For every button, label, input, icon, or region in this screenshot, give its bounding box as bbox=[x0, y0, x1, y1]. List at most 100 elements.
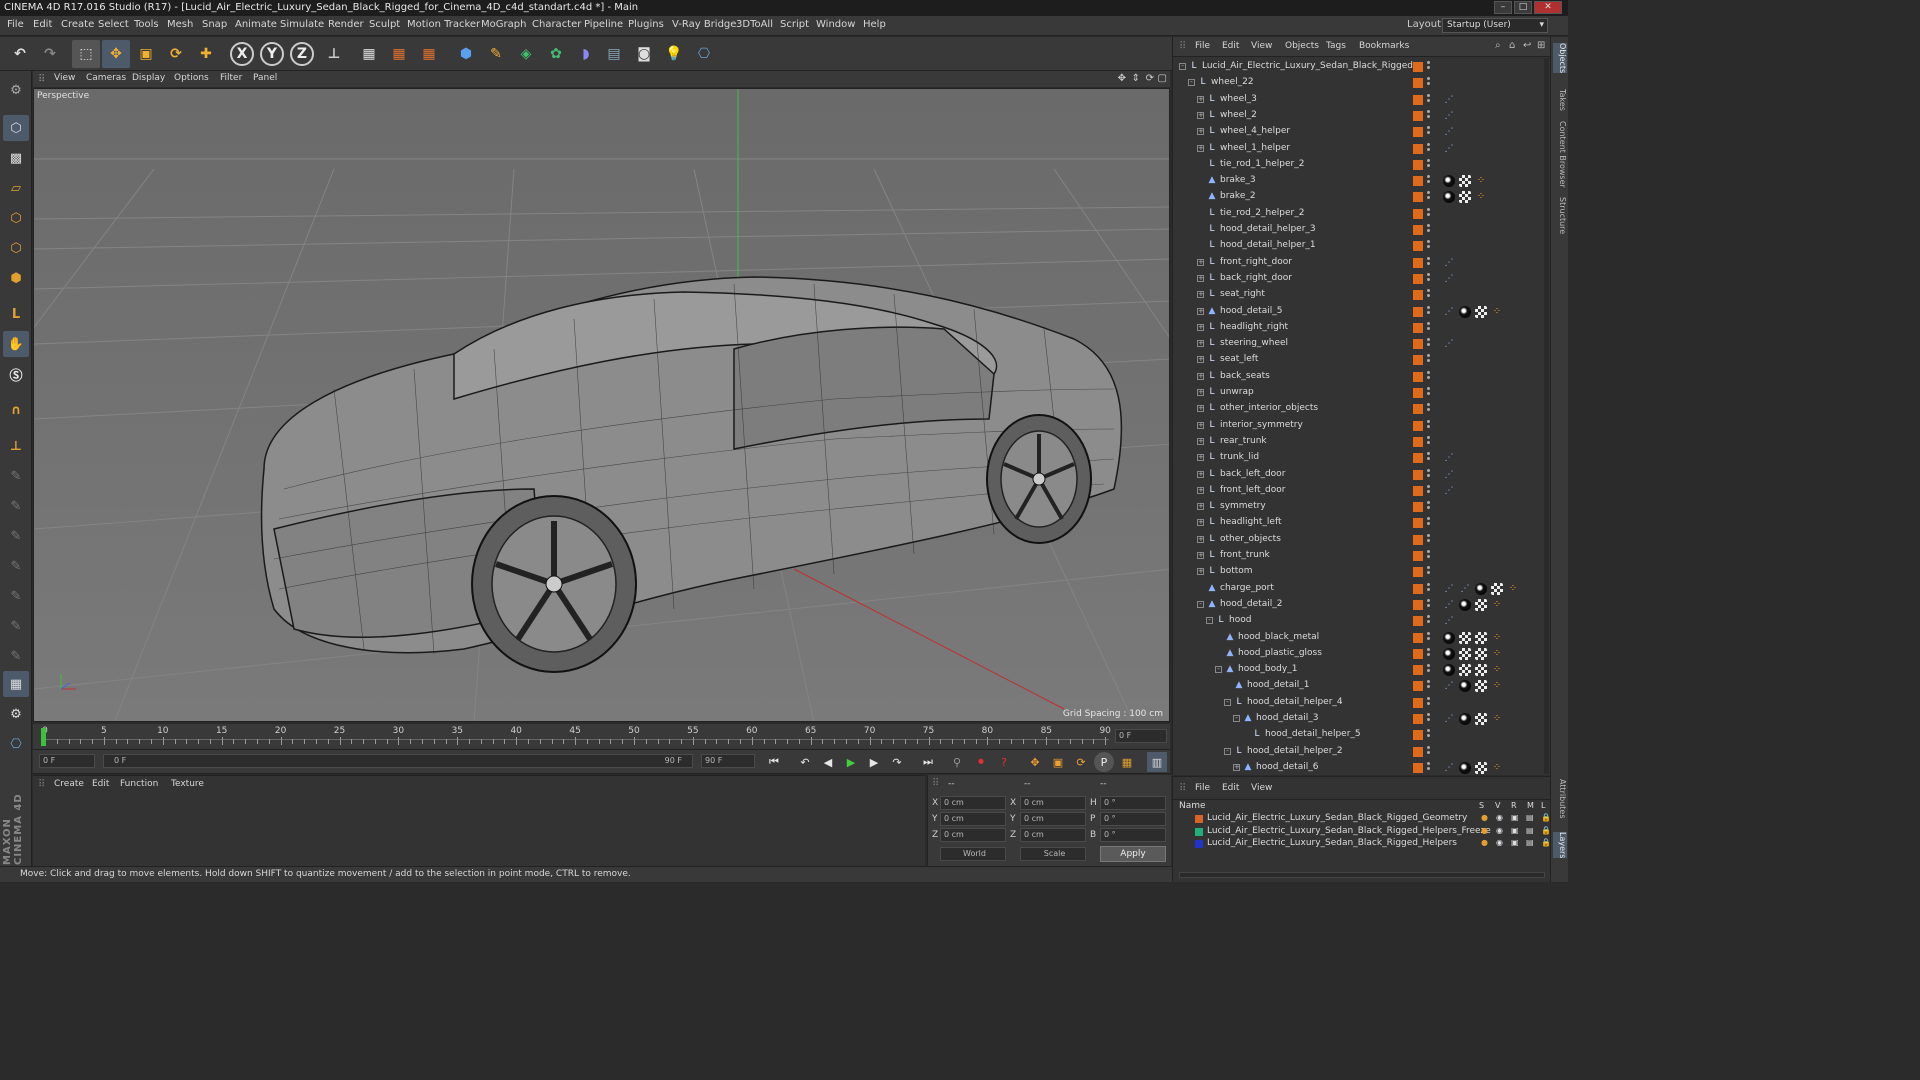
viewport-menu-view[interactable]: View bbox=[54, 73, 75, 83]
solo-toggle-icon[interactable]: ● bbox=[1481, 813, 1488, 822]
layer-color-swatch[interactable] bbox=[1413, 567, 1423, 578]
menu-simulate[interactable]: Simulate bbox=[280, 19, 324, 30]
layer-color-swatch[interactable] bbox=[1413, 94, 1423, 105]
go-to-end-button[interactable]: ⏭ bbox=[918, 752, 938, 772]
visibility-dots[interactable] bbox=[1427, 761, 1430, 774]
object-tree-row[interactable]: Ltie_rod_1_helper_2 bbox=[1173, 157, 1538, 173]
visibility-dots[interactable] bbox=[1427, 403, 1430, 415]
selection-tag-icon[interactable]: ⁘ bbox=[1491, 599, 1503, 611]
layer-color-swatch[interactable] bbox=[1413, 306, 1423, 317]
layer-color-swatch[interactable] bbox=[1413, 551, 1423, 561]
object-tree-row[interactable]: ▲ hood_detail_1 ⋰ ⁘ bbox=[1173, 678, 1538, 694]
object-tree-row[interactable]: + Lback_right_door ⋰ bbox=[1173, 271, 1538, 287]
visibility-dots[interactable] bbox=[1427, 175, 1430, 187]
drag-handle-icon[interactable]: ⠿ bbox=[1179, 41, 1186, 52]
tab-attributes[interactable]: Attributes bbox=[1553, 779, 1567, 819]
search-icon[interactable]: ⌕ bbox=[1495, 40, 1501, 51]
live-selection-button[interactable]: ⬚ bbox=[72, 40, 100, 68]
texture-tag-icon[interactable] bbox=[1459, 175, 1471, 188]
orbit-view-icon[interactable]: ⟳ bbox=[1146, 73, 1154, 84]
ik-tag-icon[interactable]: ⋰ bbox=[1443, 306, 1455, 318]
menu-plugins[interactable]: Plugins bbox=[628, 19, 664, 30]
visibility-dots[interactable] bbox=[1427, 435, 1430, 448]
rotation-h-field[interactable]: 0 ° bbox=[1100, 796, 1166, 810]
expand-icon[interactable]: + bbox=[1197, 568, 1204, 576]
visibility-dots[interactable] bbox=[1427, 191, 1430, 203]
visibility-dots[interactable] bbox=[1427, 77, 1430, 89]
layer-color-swatch[interactable] bbox=[1413, 436, 1423, 447]
layout-select[interactable]: Startup (User) ▾ bbox=[1442, 18, 1548, 33]
visibility-dots[interactable] bbox=[1427, 598, 1430, 611]
redo-button[interactable]: ↷ bbox=[36, 40, 64, 68]
menu-create[interactable]: Create bbox=[61, 19, 94, 30]
object-tree-row[interactable]: + Lwheel_2 ⋰ bbox=[1173, 108, 1538, 124]
object-tree-row[interactable]: + Lheadlight_right bbox=[1173, 320, 1538, 336]
close-button[interactable]: ✕ bbox=[1534, 1, 1562, 14]
object-tree-row[interactable]: - Lhood_detail_helper_2 bbox=[1173, 744, 1538, 760]
object-tree-row[interactable]: - ▲ hood_detail_3 ⋰ ⁘ bbox=[1173, 711, 1538, 727]
ik-tag-icon[interactable]: ⋰ bbox=[1443, 94, 1455, 106]
material-menu-function[interactable]: Function bbox=[120, 779, 158, 789]
collapse-icon[interactable]: - bbox=[1206, 617, 1213, 625]
menu-tools[interactable]: Tools bbox=[134, 19, 159, 30]
brush-tool-7[interactable]: ✎ bbox=[3, 643, 29, 669]
material-tag-icon[interactable] bbox=[1459, 305, 1471, 318]
layer-hscrollbar[interactable] bbox=[1179, 872, 1545, 878]
drag-handle-icon[interactable]: ⠿ bbox=[1179, 783, 1186, 794]
object-tree-row[interactable]: + Lback_seats bbox=[1173, 369, 1538, 385]
key-scale-button[interactable]: ▣ bbox=[1048, 752, 1068, 772]
object-tree-row[interactable]: + Lfront_right_door ⋰ bbox=[1173, 255, 1538, 271]
render-settings-button[interactable]: ▦ bbox=[415, 40, 443, 68]
view-toggle-icon[interactable]: ◉ bbox=[1496, 838, 1503, 847]
menu-motion-tracker[interactable]: Motion Tracker bbox=[407, 19, 480, 30]
visibility-dots[interactable] bbox=[1427, 338, 1430, 350]
python-script-button[interactable]: ⎔ bbox=[3, 731, 29, 757]
object-tree-row[interactable]: + Lfront_left_door ⋰ bbox=[1173, 483, 1538, 499]
texture-tag-icon[interactable] bbox=[1475, 647, 1487, 660]
play-button[interactable]: ▶ bbox=[841, 752, 861, 772]
collapse-icon[interactable]: - bbox=[1233, 715, 1240, 722]
visibility-dots[interactable] bbox=[1427, 582, 1430, 595]
texture-mode-button[interactable]: ▩ bbox=[3, 145, 29, 171]
minimize-button[interactable]: – bbox=[1494, 1, 1512, 14]
visibility-dots[interactable] bbox=[1427, 305, 1430, 318]
layer-color-swatch[interactable] bbox=[1413, 273, 1423, 284]
layer-color-swatch[interactable] bbox=[1413, 518, 1423, 529]
tab-structure[interactable]: Structure bbox=[1553, 197, 1567, 234]
visibility-dots[interactable] bbox=[1427, 289, 1430, 301]
size-y-field[interactable]: 0 cm bbox=[1020, 812, 1086, 826]
object-tree-row[interactable]: + Linterior_symmetry bbox=[1173, 418, 1538, 434]
selection-tag-icon[interactable]: ⁘ bbox=[1491, 664, 1503, 676]
texture-tag-icon[interactable] bbox=[1459, 191, 1471, 204]
maximize-view-icon[interactable]: ▢ bbox=[1158, 73, 1167, 84]
object-tree-row[interactable]: ▲ hood_plastic_gloss ⁘ bbox=[1173, 646, 1538, 662]
add-nurbs-button[interactable]: ◈ bbox=[512, 40, 540, 68]
visibility-dots[interactable] bbox=[1427, 517, 1430, 529]
expand-icon[interactable]: + bbox=[1197, 552, 1204, 559]
material-tag-icon[interactable] bbox=[1443, 175, 1455, 188]
object-tree-row[interactable]: + Lunwrap bbox=[1173, 385, 1538, 401]
layer-color-swatch[interactable] bbox=[1413, 681, 1423, 692]
selection-tag-icon[interactable]: ⁘ bbox=[1491, 648, 1503, 660]
object-tree-row[interactable]: + Lfront_trunk bbox=[1173, 548, 1538, 564]
expand-icon[interactable]: + bbox=[1233, 763, 1240, 771]
axis-mode-button[interactable]: L bbox=[3, 301, 29, 327]
layer-color-swatch[interactable] bbox=[1413, 208, 1423, 219]
viewport-menu-cameras[interactable]: Cameras bbox=[86, 73, 126, 83]
ik-tag-icon[interactable]: ⋰ bbox=[1443, 452, 1455, 464]
menu-character[interactable]: Character bbox=[532, 19, 581, 30]
polygons-mode-button[interactable]: ⬢ bbox=[3, 265, 29, 291]
visibility-dots[interactable] bbox=[1427, 419, 1430, 432]
ik-tag-icon[interactable]: ⋰ bbox=[1443, 273, 1455, 285]
timeline-ruler[interactable]: 051015202530354045505560657075808590 0 F bbox=[33, 724, 1170, 750]
object-tree-row[interactable]: + Lrear_trunk bbox=[1173, 434, 1538, 450]
expand-icon[interactable]: + bbox=[1197, 405, 1204, 413]
object-tree-row[interactable]: - Lwheel_22 bbox=[1173, 75, 1538, 91]
menu-sculpt[interactable]: Sculpt bbox=[369, 19, 400, 30]
add-camera-button[interactable]: ◙ bbox=[630, 40, 658, 68]
visibility-dots[interactable] bbox=[1427, 109, 1430, 122]
manager-toggle-icon[interactable]: ▤ bbox=[1526, 826, 1534, 835]
material-tag-icon[interactable] bbox=[1459, 680, 1471, 693]
ik-tag-icon[interactable]: ⋰ bbox=[1443, 583, 1455, 595]
end-frame-field[interactable]: 0 F bbox=[1115, 729, 1167, 743]
